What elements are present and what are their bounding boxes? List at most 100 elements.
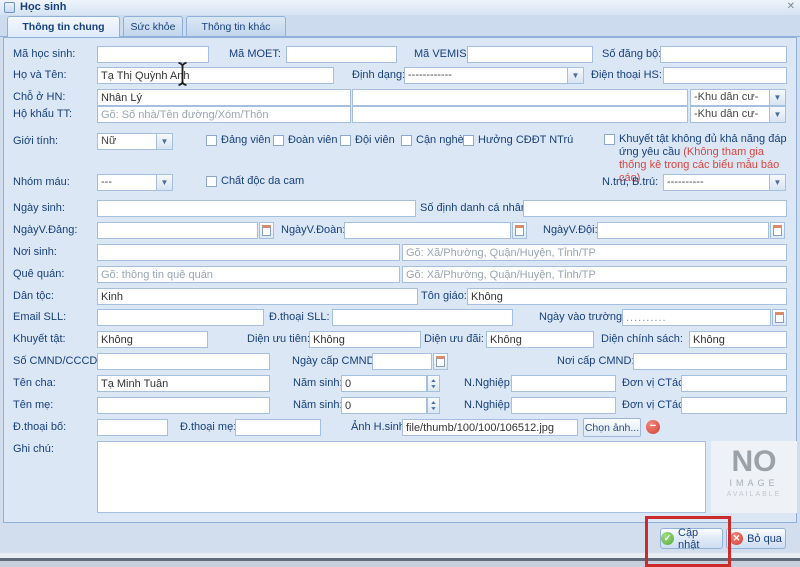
student-form-window: Học sinh ✕ Thông tin chung Sức khỏe Thôn…: [0, 0, 800, 567]
noi-cap-cmnd-label: Nơi cấp CMND:: [557, 355, 635, 367]
tab-suc-khoe[interactable]: Sức khỏe: [123, 16, 183, 36]
so-dang-bo-input[interactable]: [660, 46, 787, 63]
d-thoai-bo-input[interactable]: [97, 419, 168, 436]
form-icon: [4, 2, 15, 13]
remove-photo-icon[interactable]: −: [646, 420, 660, 434]
calendar-icon[interactable]: [772, 309, 787, 326]
checkbox-doan-vien[interactable]: Đoàn viên: [273, 134, 338, 146]
so-dinh-danh-input[interactable]: [523, 200, 787, 217]
ten-cha-input[interactable]: [97, 375, 270, 392]
ma-hoc-sinh-input[interactable]: [97, 46, 209, 63]
don-vi-ctac-cha-input[interactable]: [681, 375, 787, 392]
dan-toc-input[interactable]: [97, 288, 418, 305]
n-nghiep-me-input[interactable]: [511, 397, 616, 414]
que-quan-xa-phuong-input[interactable]: [402, 266, 787, 283]
ngay-v-doan-input[interactable]: [344, 222, 511, 239]
d-thoai-sll-input[interactable]: [332, 309, 513, 326]
calendar-icon[interactable]: [770, 222, 785, 239]
ma-vemis-input[interactable]: [467, 46, 593, 63]
noi-cap-cmnd-input[interactable]: [633, 353, 787, 370]
checkbox-doi-vien[interactable]: Đội viên: [340, 134, 395, 146]
dien-chinh-sach-input[interactable]: [689, 331, 787, 348]
ntru-btru-select[interactable]: ---------- ▼: [663, 174, 786, 191]
ten-cha-label: Tên cha:: [13, 377, 56, 389]
ho-ten-input[interactable]: [97, 67, 334, 84]
noi-sinh-xa-phuong-input[interactable]: [402, 244, 787, 261]
ngay-v-doi-input[interactable]: [597, 222, 769, 239]
dinh-dang-label: Định dạng:: [352, 69, 405, 81]
so-dinh-danh-label: Số định danh cá nhân:: [420, 202, 530, 214]
tab-thong-tin-chung[interactable]: Thông tin chung: [7, 16, 120, 37]
tab-thong-tin-khac[interactable]: Thông tin khác: [186, 16, 286, 36]
ngay-vao-truong-input[interactable]: [622, 309, 771, 326]
chevron-down-icon: ▼: [769, 175, 785, 190]
khuyet-tat-input[interactable]: [97, 331, 208, 348]
anh-hsinh-path-input[interactable]: [402, 419, 578, 436]
nhom-mau-select[interactable]: --- ▼: [97, 174, 173, 191]
bo-qua-button[interactable]: ✕ Bỏ qua: [726, 528, 786, 549]
dien-uu-tien-label: Diện ưu tiên:: [247, 333, 310, 345]
chon-anh-button[interactable]: Chọn ảnh...: [583, 418, 641, 437]
nam-sinh-me-input[interactable]: [341, 397, 427, 414]
dien-thoai-hs-label: Điện thoại HS:: [591, 69, 662, 81]
gioi-tinh-label: Giới tính:: [13, 135, 58, 147]
ten-me-input[interactable]: [97, 397, 270, 414]
d-thoai-me-input[interactable]: [235, 419, 321, 436]
don-vi-ctac-me-input[interactable]: [681, 397, 787, 414]
ho-khau-detail-input[interactable]: [352, 106, 688, 123]
window-title: Học sinh: [20, 1, 66, 13]
checkbox-chat-doc-da-cam[interactable]: Chất độc da cam: [206, 175, 304, 187]
cho-o-hn-input[interactable]: [97, 89, 351, 106]
ho-ten-label: Họ và Tên:: [13, 69, 67, 81]
cho-o-hn-detail-input[interactable]: [352, 89, 688, 106]
cho-o-hn-label: Chỗ ở HN:: [13, 91, 65, 103]
dien-uu-dai-input[interactable]: [486, 331, 594, 348]
ngay-v-doan-label: NgàyV.Đoàn:: [281, 224, 345, 236]
khu-dan-cu-value: -Khu dân cư-: [694, 108, 758, 120]
dien-uu-tien-input[interactable]: [309, 331, 421, 348]
que-quan-input[interactable]: [97, 266, 400, 283]
d-thoai-me-label: Đ.thoại mẹ:: [180, 421, 236, 433]
dinh-dang-select[interactable]: ------------ ▼: [404, 67, 584, 84]
checkbox-dang-vien[interactable]: Đảng viên: [206, 134, 271, 146]
dien-thoai-hs-input[interactable]: [663, 67, 787, 84]
so-cmnd-input[interactable]: [97, 353, 270, 370]
chevron-down-icon: ▼: [769, 107, 785, 122]
nam-sinh-cha-input[interactable]: [341, 375, 427, 392]
nam-sinh-cha-label: Năm sinh:: [293, 377, 343, 389]
ton-giao-input[interactable]: [467, 288, 787, 305]
close-icon[interactable]: ✕: [787, 1, 795, 12]
email-sll-input[interactable]: [97, 309, 264, 326]
calendar-icon[interactable]: [512, 222, 527, 239]
n-nghiep-cha-input[interactable]: [511, 375, 616, 392]
ngay-v-dang-input[interactable]: [97, 222, 258, 239]
checkbox-can-ngheo[interactable]: Cận nghèo: [401, 134, 470, 146]
que-quan-label: Quê quán:: [13, 268, 64, 280]
noi-sinh-input[interactable]: [97, 244, 400, 261]
cho-o-khu-dan-cu-select[interactable]: -Khu dân cư- ▼: [690, 89, 786, 106]
ghi-chu-textarea[interactable]: [97, 441, 706, 513]
dinh-dang-value: ------------: [408, 69, 452, 81]
gioi-tinh-select[interactable]: Nữ ▼: [97, 133, 173, 150]
annotation-highlight-box: [645, 516, 731, 567]
no-image-text: IMAGE: [711, 478, 797, 488]
so-dang-bo-label: Số đăng bộ:: [602, 48, 661, 60]
ngay-sinh-input[interactable]: [97, 200, 416, 217]
d-thoai-bo-label: Đ.thoại bố:: [13, 421, 66, 433]
checkbox-box: [206, 176, 217, 187]
checkbox-label: Đội viên: [355, 134, 395, 146]
don-vi-ctac-me-label: Đơn vị CTác:: [622, 399, 687, 411]
nam-sinh-me-spinner[interactable]: ▲ ▼: [427, 397, 440, 414]
ho-khau-khu-dan-cu-select[interactable]: -Khu dân cư- ▼: [690, 106, 786, 123]
checkbox-huong-cddt-ntru[interactable]: Hưởng CĐĐT NTrú: [463, 134, 573, 146]
ho-khau-tt-input[interactable]: [97, 106, 351, 123]
ghi-chu-label: Ghi chú:: [13, 443, 54, 455]
calendar-icon[interactable]: [433, 353, 448, 370]
ngay-cap-cmnd-input[interactable]: [372, 353, 432, 370]
ten-me-label: Tên mẹ:: [13, 399, 53, 411]
ma-moet-input[interactable]: [286, 46, 397, 63]
nam-sinh-cha-spinner[interactable]: ▲ ▼: [427, 375, 440, 392]
calendar-icon[interactable]: [259, 222, 274, 239]
checkbox-label: Đảng viên: [221, 134, 271, 146]
n-nghiep-me-label: N.Nghiệp:: [464, 399, 513, 411]
